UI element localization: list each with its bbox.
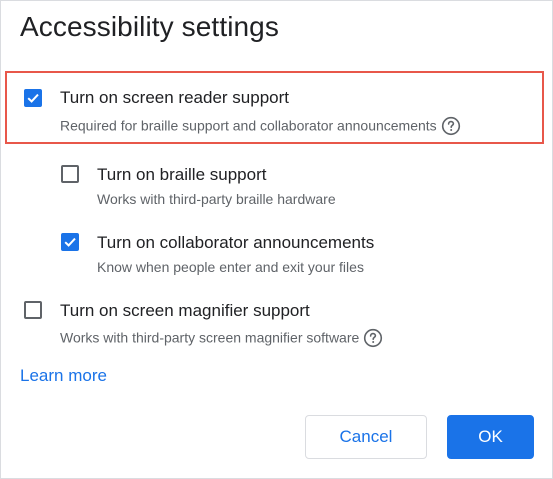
screen-reader-description-text: Required for braille support and collabo… <box>60 117 437 134</box>
collaborator-announcements-description: Know when people enter and exit your fil… <box>97 259 364 275</box>
checkmark-icon <box>27 93 39 103</box>
screen-magnifier-description-text: Works with third-party screen magnifier … <box>60 329 360 346</box>
cancel-button[interactable]: Cancel <box>305 415 427 459</box>
learn-more-link[interactable]: Learn more <box>20 366 107 386</box>
screen-magnifier-description: Works with third-party screen magnifier … <box>60 328 383 349</box>
screen-magnifier-label[interactable]: Turn on screen magnifier support <box>60 301 310 321</box>
screen-magnifier-checkbox[interactable] <box>24 301 42 319</box>
dialog-title: Accessibility settings <box>20 11 279 42</box>
ok-button[interactable]: OK <box>447 415 534 459</box>
screen-reader-label[interactable]: Turn on screen reader support <box>60 88 289 108</box>
collaborator-announcements-checkbox[interactable] <box>61 233 79 251</box>
screen-reader-checkbox[interactable] <box>24 89 42 107</box>
accessibility-settings-dialog: Accessibility settings Turn on screen re… <box>0 0 553 479</box>
braille-checkbox[interactable] <box>61 165 79 183</box>
braille-description: Works with third-party braille hardware <box>97 191 336 207</box>
braille-label[interactable]: Turn on braille support <box>97 165 266 185</box>
screen-reader-description: Required for braille support and collabo… <box>60 116 461 137</box>
collaborator-announcements-label[interactable]: Turn on collaborator announcements <box>97 233 374 253</box>
checkmark-icon <box>64 237 76 247</box>
question-circle-icon[interactable] <box>441 116 461 136</box>
question-circle-icon[interactable] <box>363 328 383 348</box>
